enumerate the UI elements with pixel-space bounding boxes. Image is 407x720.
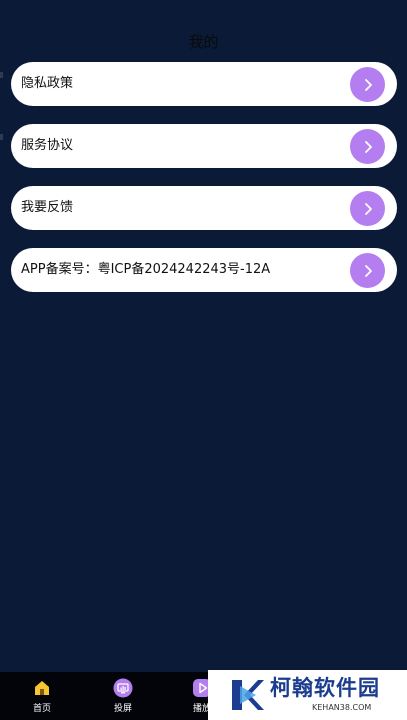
chevron-right-button[interactable] bbox=[350, 129, 385, 164]
chevron-right-icon bbox=[364, 78, 372, 91]
home-icon bbox=[35, 681, 49, 695]
chevron-right-icon bbox=[364, 140, 372, 153]
chevron-right-icon bbox=[364, 264, 372, 277]
page-title: 我的 bbox=[188, 33, 219, 51]
tab-label: 投屏 bbox=[113, 704, 132, 714]
menu-item-label: 隐私政策 bbox=[21, 76, 74, 91]
tab-home[interactable]: 首页 bbox=[12, 672, 72, 720]
screen-cast-icon bbox=[113, 678, 133, 698]
watermark-badge: 柯翰软件园 KEHAN38.COM bbox=[208, 670, 407, 720]
menu-item-privacy-policy[interactable]: 隐私政策 bbox=[11, 62, 397, 106]
watermark-subtitle: KEHAN38.COM bbox=[312, 703, 372, 712]
chevron-right-icon bbox=[364, 202, 372, 215]
profile-page: 我的 隐私政策 服务协议 我要反馈 APP备案号：粤ICP备2024242243… bbox=[0, 0, 407, 720]
menu-item-label: 我要反馈 bbox=[21, 200, 74, 215]
edge-marker bbox=[0, 72, 3, 78]
tab-screen-cast[interactable]: 投屏 bbox=[93, 672, 153, 720]
chevron-right-button[interactable] bbox=[350, 67, 385, 102]
menu-item-service-agreement[interactable]: 服务协议 bbox=[11, 124, 397, 168]
tab-label: 首页 bbox=[32, 704, 51, 714]
watermark-title: 柯翰软件园 bbox=[270, 676, 380, 700]
chevron-right-button[interactable] bbox=[350, 253, 385, 288]
kehan-logo-icon bbox=[232, 680, 264, 710]
menu-item-label: 服务协议 bbox=[21, 138, 74, 153]
menu-item-icp-record[interactable]: APP备案号：粤ICP备2024242243号-12A bbox=[11, 248, 397, 292]
menu-item-feedback[interactable]: 我要反馈 bbox=[11, 186, 397, 230]
chevron-right-button[interactable] bbox=[350, 191, 385, 226]
menu-item-label: APP备案号：粤ICP备2024242243号-12A bbox=[21, 262, 271, 277]
edge-marker bbox=[0, 134, 3, 140]
